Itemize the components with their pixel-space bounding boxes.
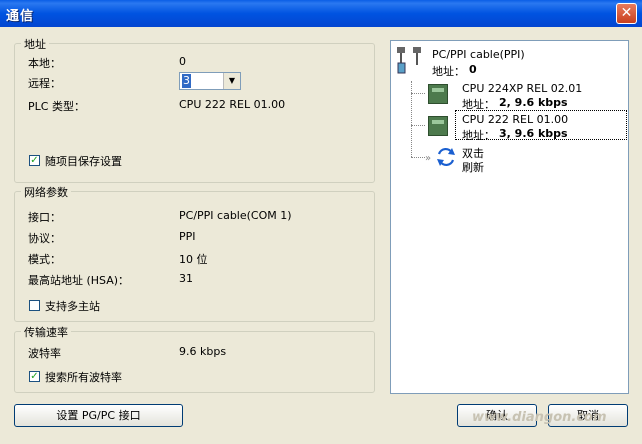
cpu-icon [428, 116, 448, 136]
svg-text:»: » [425, 153, 431, 164]
window-title: 通信 [6, 9, 35, 24]
save-with-project-checkbox[interactable]: ✓ [29, 155, 40, 166]
hsa-value: 31 [179, 272, 193, 285]
network-tree[interactable]: PC/PPI cable(PPI) 地址： 0 CPU 224XP REL 02… [390, 40, 629, 394]
remote-address-value: 3 [182, 74, 191, 88]
close-icon: ✕ [620, 5, 633, 21]
plc-type-value: CPU 222 REL 01.00 [179, 98, 286, 111]
cable-address-value: 0 [469, 63, 477, 76]
baud-group-title: 传输速率 [21, 324, 71, 340]
multi-master-label[interactable]: 支持多主站 [45, 298, 100, 314]
local-label: 本地： [28, 57, 61, 70]
refresh-label-line2[interactable]: 刷新 [462, 159, 484, 175]
search-all-baud-label[interactable]: 搜索所有波特率 [45, 369, 122, 385]
chevron-down-icon[interactable]: ▼ [223, 73, 240, 89]
cable-address-label: 地址： [432, 65, 465, 78]
hsa-label: 最高站地址 (HSA)： [28, 274, 130, 287]
save-with-project-label[interactable]: 随项目保存设置 [45, 153, 122, 169]
remote-address-select[interactable]: 3 ▼ [179, 72, 241, 90]
plc-type-label: PLC 类型： [28, 100, 85, 113]
mode-label: 模式： [28, 253, 61, 266]
device-1-address-value: 2, 9.6 kbps [499, 96, 568, 109]
mode-value: 10 位 [179, 253, 208, 266]
baud-value: 9.6 kbps [179, 345, 227, 358]
refresh-icon[interactable]: » [425, 145, 459, 169]
protocol-value: PPI [179, 230, 196, 243]
interface-label: 接口： [28, 211, 61, 224]
address-group-title: 地址 [21, 36, 49, 52]
multi-master-checkbox[interactable] [29, 300, 40, 311]
cable-icon [397, 47, 421, 74]
watermark-text: www.diangon.com [472, 410, 607, 425]
device-1-name[interactable]: CPU 224XP REL 02.01 [462, 82, 582, 95]
local-value: 0 [179, 55, 186, 68]
protocol-label: 协议： [28, 232, 61, 245]
set-pgpc-interface-button[interactable]: 设置 PG/PC 接口 [14, 404, 183, 427]
title-bar: 通信 ✕ [0, 0, 642, 27]
close-button[interactable]: ✕ [616, 3, 637, 24]
selected-device-focus [455, 110, 627, 140]
network-group-title: 网络参数 [21, 184, 71, 200]
search-all-baud-checkbox[interactable]: ✓ [29, 371, 40, 382]
baud-label: 波特率 [28, 347, 61, 360]
cpu-icon [428, 84, 448, 104]
remote-label: 远程： [28, 77, 61, 90]
interface-value: PC/PPI cable(COM 1) [179, 209, 292, 222]
cable-name[interactable]: PC/PPI cable(PPI) [432, 48, 525, 61]
